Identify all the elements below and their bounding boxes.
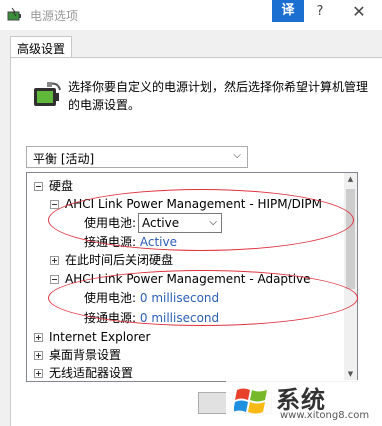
tree-item-desktop-background[interactable]: 桌面背景设置 (34, 346, 121, 364)
highlight-ellipse-hipm (48, 189, 354, 251)
power-plan-select[interactable]: 平衡 [活动] ⌵ (26, 146, 248, 168)
help-button[interactable]: ? (308, 4, 332, 22)
scroll-thumb[interactable] (346, 189, 355, 289)
tree-item-internet-explorer[interactable]: Internet Explorer (34, 328, 150, 346)
power-options-icon (7, 7, 21, 21)
expand-icon[interactable] (34, 369, 43, 378)
expand-icon[interactable] (50, 256, 59, 265)
power-plan-value: 平衡 [活动] (33, 152, 95, 166)
highlight-ellipse-adaptive (48, 270, 358, 326)
tree-item-turn-off-disk[interactable]: 在此时间后关闭硬盘 (50, 251, 173, 269)
tree-item-label: 硬盘 (49, 179, 74, 193)
translate-button[interactable]: 译 (272, 0, 304, 22)
title-bar: 电源选项 译 ? ✕ (0, 0, 382, 30)
tree-item-label: Internet Explorer (49, 330, 151, 344)
chevron-down-icon: ⌵ (233, 150, 241, 161)
battery-plug-icon (34, 82, 61, 106)
collapse-icon[interactable] (50, 200, 59, 209)
tree-item-wireless-adapter[interactable]: 无线适配器设置 (34, 364, 133, 382)
tree-item-hard-disk[interactable]: 硬盘 (34, 177, 73, 195)
scroll-up-icon[interactable]: ▲ (344, 173, 357, 186)
tree-item-label: 无线适配器设置 (49, 366, 134, 380)
expand-icon[interactable] (34, 351, 43, 360)
close-button[interactable]: ✕ (345, 2, 373, 24)
tree-scrollbar[interactable]: ▲ ▼ (344, 173, 357, 381)
windows-logo-icon (234, 388, 267, 414)
intro-text: 选择你要自定义的电源计划，然后选择你希望计算机管理的电源设置。 (68, 80, 369, 112)
tab-advanced-settings[interactable]: 高级设置 (10, 36, 73, 58)
window-title: 电源选项 (30, 9, 79, 23)
collapse-icon[interactable] (50, 275, 59, 284)
expand-icon[interactable] (34, 333, 43, 342)
watermark: 系统 www.xitong8.com (226, 380, 382, 426)
tree-item-label: 桌面背景设置 (49, 348, 122, 362)
watermark-url: www.xitong8.com (280, 410, 370, 421)
collapse-icon[interactable] (34, 182, 43, 191)
tree-item-label: 在此时间后关闭硬盘 (65, 253, 174, 267)
